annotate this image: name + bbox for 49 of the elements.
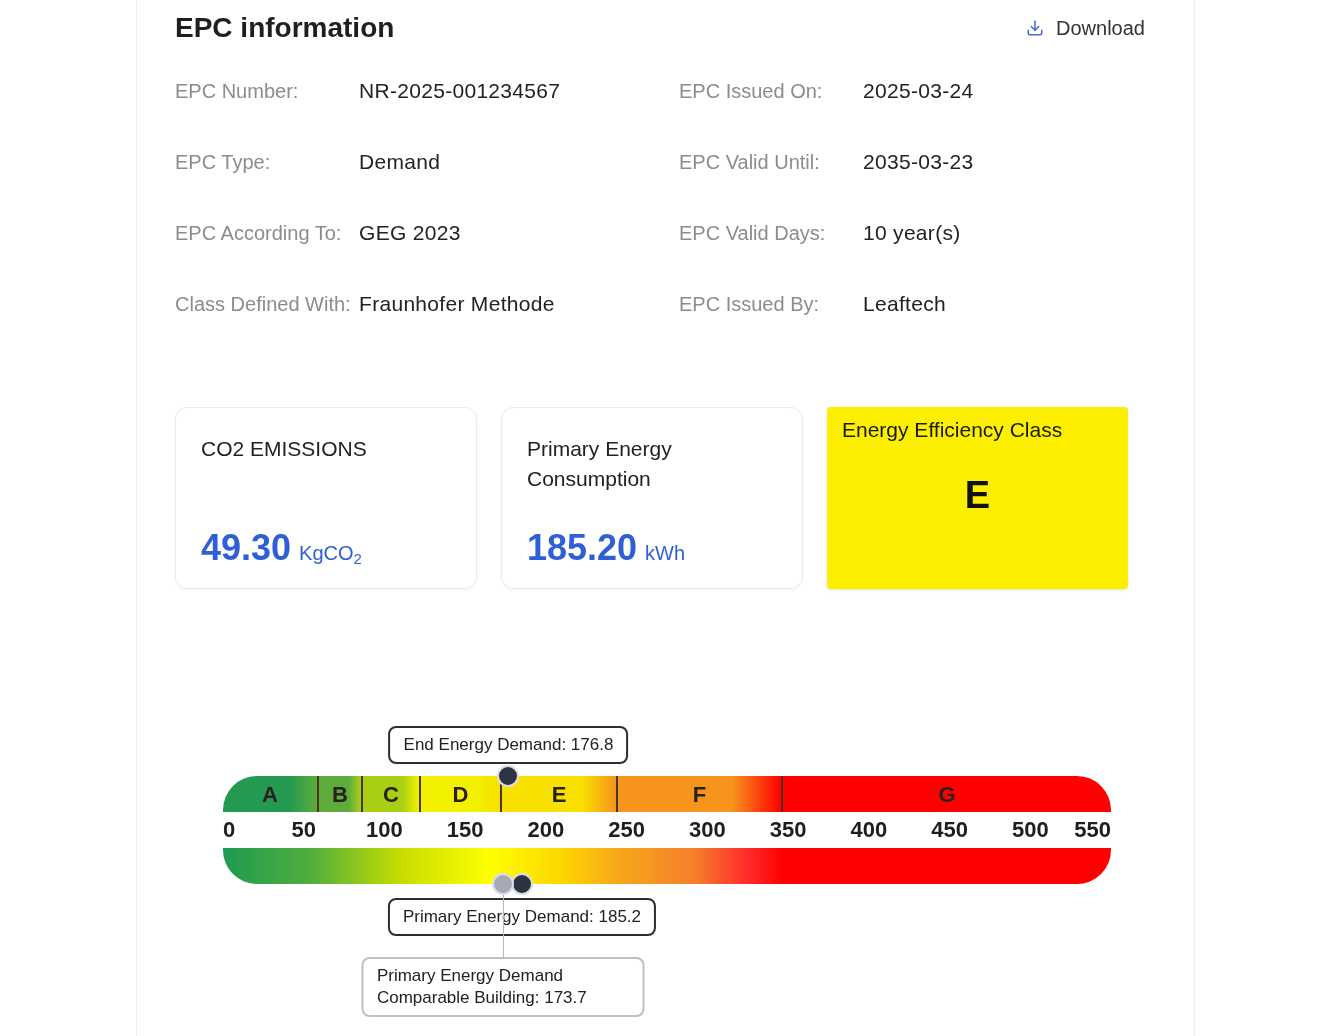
scale-tick-label: 150	[446, 816, 484, 844]
field-label: EPC Valid Days:	[679, 221, 827, 246]
field-label: EPC According To:	[175, 221, 343, 246]
metric-unit: kWh	[645, 541, 686, 566]
card-title: Energy Efficiency Class	[842, 417, 1064, 443]
download-button[interactable]: Download	[1026, 14, 1145, 42]
field-value: Demand	[359, 149, 441, 175]
scale-tick-label: 300	[689, 816, 726, 844]
field-label: EPC Issued On:	[679, 79, 824, 104]
scale-tick-label: 0	[223, 816, 236, 844]
energy-class-band: C	[363, 776, 421, 812]
card-title: CO2 EMISSIONS	[201, 436, 368, 462]
efficiency-class-value: E	[964, 473, 991, 517]
download-icon	[1026, 19, 1045, 37]
scale-tick-label: 200	[527, 816, 565, 844]
field-value: 2025-03-24	[863, 78, 974, 104]
field-label: EPC Type:	[175, 150, 272, 175]
scale-tick-label: 50	[291, 816, 316, 844]
energy-class-band: A	[223, 776, 319, 812]
card-title: Primary Energy Consumption	[527, 436, 673, 492]
scale-tick-label: 550	[1074, 816, 1111, 844]
section-title: EPC information	[175, 11, 395, 45]
energy-class-band: F	[618, 776, 783, 812]
metric-value: 49.30	[201, 526, 292, 570]
scale-tick-label: 450	[931, 816, 968, 844]
energy-class-band: B	[319, 776, 363, 812]
metric-unit: KgCO$_{2}$	[299, 541, 362, 568]
scale-tick-label: 100	[366, 816, 403, 844]
scale-tick-label: 400	[850, 816, 888, 844]
callout-label: Primary Energy Demand: 185.2	[387, 898, 657, 936]
callout-label: Primary Energy Demand Comparable Building: 173.7	[361, 957, 645, 1017]
energy-class-band: G	[783, 776, 1111, 812]
field-value: Leaftech	[863, 291, 946, 317]
field-value: Fraunhofer Methode	[359, 291, 555, 317]
scale-tick-label: 350	[769, 816, 807, 844]
scale-tick-label: 500	[1011, 816, 1049, 844]
field-label: EPC Number:	[175, 79, 300, 104]
field-value: 2035-03-23	[863, 149, 974, 175]
field-value: GEG 2023	[359, 220, 461, 246]
energy-class-band: D	[421, 776, 502, 812]
scale-tick-label: 250	[608, 816, 645, 844]
field-label: EPC Issued By:	[679, 292, 821, 317]
field-value: 10 year(s)	[863, 220, 961, 246]
field-label: Class Defined With:	[175, 292, 352, 317]
energy-class-band: E	[502, 776, 618, 812]
callout-label: End Energy Demand: 176.8	[388, 726, 629, 764]
field-label: EPC Valid Until:	[679, 150, 821, 175]
field-value: NR-2025-001234567	[359, 78, 561, 104]
metric-value: 185.20	[527, 526, 638, 570]
